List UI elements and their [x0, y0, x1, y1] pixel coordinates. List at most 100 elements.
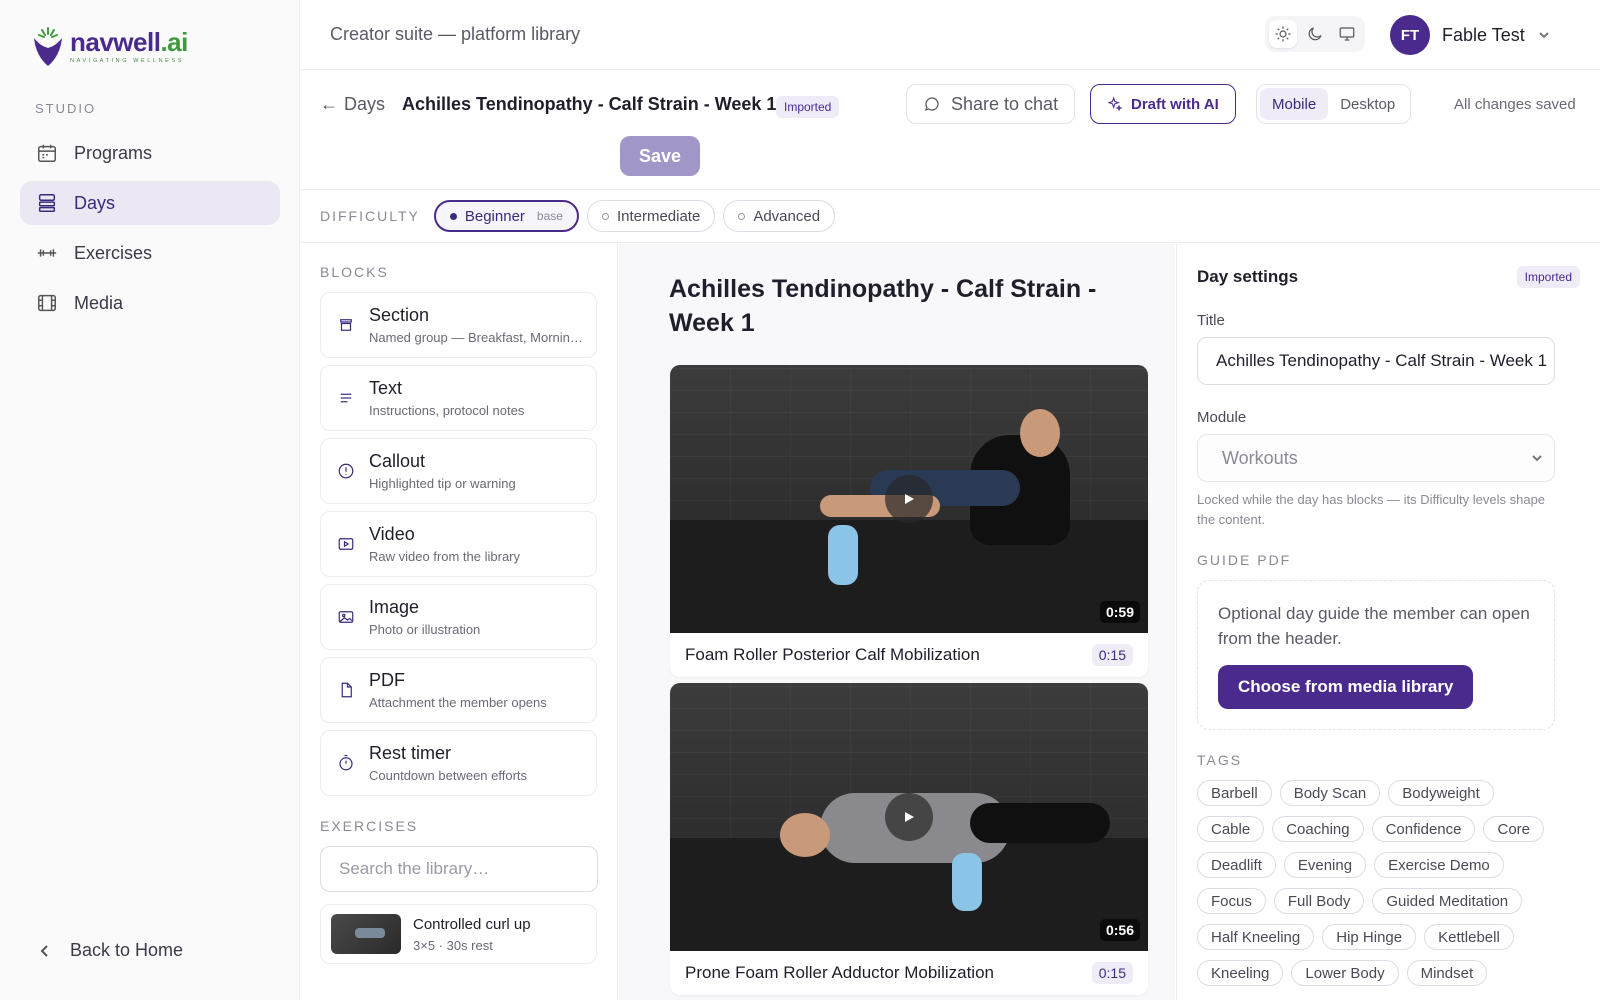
difficulty-intermediate-chip[interactable]: Intermediate — [586, 200, 716, 232]
imported-badge: Imported — [776, 96, 840, 118]
video-title: Foam Roller Posterior Calf Mobilization — [685, 645, 980, 664]
choose-from-media-library-button[interactable]: Choose from media library — [1218, 665, 1474, 709]
tag-chip[interactable]: Focus — [1197, 888, 1266, 914]
chip-note: base — [536, 209, 563, 223]
tag-chip[interactable]: Half Kneeling — [1197, 924, 1315, 950]
block-pdf[interactable]: PDF Attachment the member opens — [320, 657, 597, 723]
draft-label: Draft with AI — [1131, 95, 1219, 113]
guide-pdf-description: Optional day guide the member can open f… — [1218, 604, 1530, 648]
title-input[interactable]: Achilles Tendinopathy - Calf Strain - We… — [1197, 337, 1555, 385]
user-name: Fable Test — [1442, 24, 1525, 45]
exercise-list-item[interactable]: Controlled curl up 3×5 · 30s rest — [320, 904, 597, 964]
tag-chip[interactable]: Bodyweight — [1388, 780, 1494, 806]
logo-tagline: NAVIGATING WELLNESS — [70, 57, 184, 64]
person-legs — [970, 803, 1110, 843]
tag-chip[interactable]: Exercise Demo — [1374, 852, 1504, 878]
tags-label: TAGS — [1197, 752, 1243, 768]
logo[interactable]: navwell.ai NAVIGATING WELLNESS — [30, 24, 188, 68]
block-subtitle: Raw video from the library — [369, 549, 520, 564]
back-to-home-link[interactable]: Back to Home — [38, 940, 183, 961]
share-label: Share to chat — [951, 93, 1059, 114]
module-select[interactable]: Workouts — [1197, 434, 1555, 482]
exercise-search-input[interactable] — [339, 859, 597, 879]
difficulty-label: DIFFICULTY — [320, 208, 420, 224]
desktop-view-tab[interactable]: Desktop — [1328, 88, 1407, 120]
mobile-view-tab[interactable]: Mobile — [1260, 88, 1329, 120]
video-thumbnail: 0:56 — [670, 683, 1148, 951]
save-button[interactable]: Save — [620, 136, 700, 176]
tag-chip[interactable]: Barbell — [1197, 780, 1272, 806]
tag-chip[interactable]: Mindset — [1406, 960, 1488, 986]
monitor-icon — [1339, 27, 1355, 41]
chevron-down-icon — [1532, 455, 1542, 462]
tag-chip[interactable]: Kneeling — [1197, 960, 1284, 986]
difficulty-advanced-chip[interactable]: Advanced — [723, 200, 836, 232]
sidebar-item-media[interactable]: Media — [20, 281, 280, 325]
sidebar-item-days[interactable]: Days — [20, 181, 280, 225]
tag-chip[interactable]: Lower Body — [1291, 960, 1399, 986]
tag-chip[interactable]: Deadlift — [1197, 852, 1276, 878]
tag-chip[interactable]: Cable — [1197, 816, 1265, 842]
play-button[interactable] — [885, 793, 933, 841]
back-to-days-link[interactable]: ← Days — [320, 94, 385, 115]
day-preview: Achilles Tendinopathy - Calf Strain - We… — [619, 244, 1175, 1000]
block-callout[interactable]: Callout Highlighted tip or warning — [320, 438, 597, 504]
video-card[interactable]: 0:59 Foam Roller Posterior Calf Mobiliza… — [670, 365, 1148, 677]
tag-chip[interactable]: Guided Meditation — [1372, 888, 1523, 914]
sidebar: navwell.ai NAVIGATING WELLNESS STUDIO Pr… — [0, 0, 300, 1000]
block-rest-timer[interactable]: Rest timer Countdown between efforts — [320, 730, 597, 796]
system-theme-button[interactable] — [1333, 20, 1361, 48]
sun-icon — [1275, 26, 1291, 42]
sidebar-nav: Programs Days Exercises Media — [20, 131, 280, 331]
difficulty-beginner-chip[interactable]: Beginner base — [433, 200, 579, 232]
video-title: Prone Foam Roller Adductor Mobilization — [685, 963, 994, 982]
block-subtitle: Instructions, protocol notes — [369, 403, 525, 418]
play-button[interactable] — [885, 475, 933, 523]
tag-chip[interactable]: Full Body — [1273, 888, 1365, 914]
imported-badge: Imported — [1516, 266, 1580, 288]
tag-chip[interactable]: Core — [1483, 816, 1544, 842]
day-header: ← Days Achilles Tendinopathy - Calf Stra… — [320, 82, 1600, 130]
block-title: Section — [369, 305, 430, 325]
tag-chip[interactable]: Coaching — [1272, 816, 1364, 842]
alert-icon — [338, 463, 354, 479]
tag-chip[interactable]: Kettlebell — [1424, 924, 1514, 950]
tag-chip[interactable]: Body Scan — [1279, 780, 1381, 806]
settings-title: Day settings — [1197, 267, 1299, 286]
block-video[interactable]: Video Raw video from the library — [320, 511, 597, 577]
calendar-icon — [38, 144, 56, 162]
back-days-label: Days — [344, 94, 386, 114]
block-image[interactable]: Image Photo or illustration — [320, 584, 597, 650]
share-to-chat-button[interactable]: Share to chat — [906, 84, 1076, 124]
difficulty-bar: DIFFICULTY Beginner base Intermediate Ad… — [300, 189, 1600, 243]
video-time-badge: 0:15 — [1091, 644, 1133, 666]
draft-with-ai-button[interactable]: Draft with AI — [1090, 84, 1236, 124]
tag-chip[interactable]: Evening — [1283, 852, 1367, 878]
dark-theme-button[interactable] — [1301, 20, 1329, 48]
block-title: Video — [369, 524, 415, 544]
module-help-text: Locked while the day has blocks — its Di… — [1197, 492, 1546, 527]
sidebar-item-label: Media — [74, 292, 124, 313]
studio-section-label: STUDIO — [35, 101, 97, 116]
video-card[interactable]: 0:56 Prone Foam Roller Adductor Mobiliza… — [670, 683, 1148, 995]
sidebar-item-label: Days — [74, 192, 116, 213]
block-subtitle: Photo or illustration — [369, 622, 481, 637]
tag-chip[interactable]: Hip Hinge — [1322, 924, 1417, 950]
block-title: Text — [369, 378, 403, 398]
breadcrumb: Creator suite — platform library — [330, 24, 581, 44]
video-time-badge: 0:15 — [1091, 962, 1133, 984]
sidebar-item-exercises[interactable]: Exercises — [20, 231, 280, 275]
user-menu[interactable]: FT Fable Test — [1390, 15, 1551, 55]
blocks-panel: BLOCKS Section Named group — Breakfast, M… — [300, 244, 618, 1000]
file-icon — [341, 682, 352, 698]
dumbbell-icon — [37, 249, 57, 257]
block-text[interactable]: Text Instructions, protocol notes — [320, 365, 597, 431]
sidebar-item-label: Exercises — [74, 242, 153, 263]
sidebar-item-programs[interactable]: Programs — [20, 131, 280, 175]
back-to-home-label: Back to Home — [70, 940, 184, 960]
tag-chip[interactable]: Confidence — [1371, 816, 1476, 842]
block-section[interactable]: Section Named group — Breakfast, Morning… — [320, 292, 597, 358]
light-theme-button[interactable] — [1269, 20, 1297, 48]
exercise-search-field[interactable] — [320, 846, 598, 892]
topbar: Creator suite — platform library FT Fabl… — [300, 0, 1600, 70]
